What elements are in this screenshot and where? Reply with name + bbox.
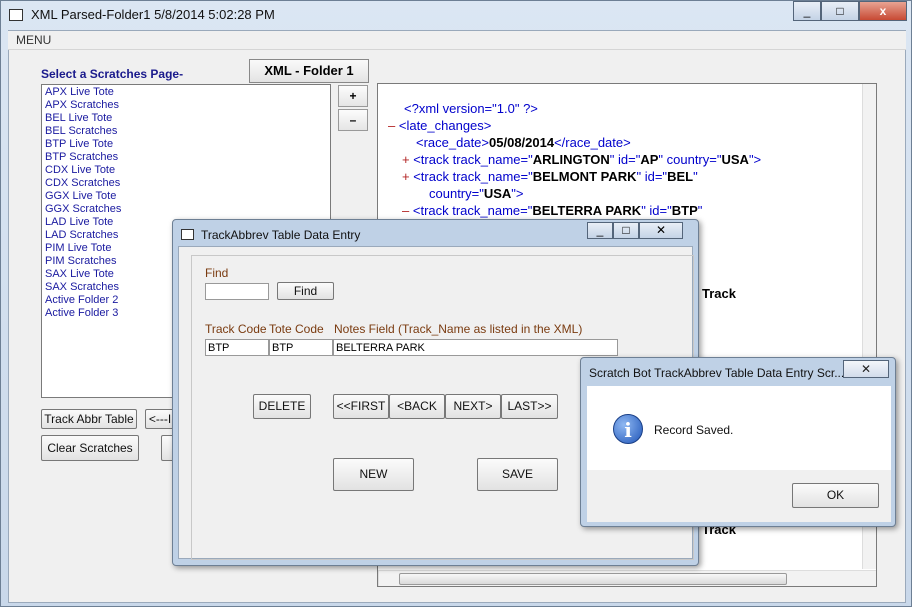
collapse-button[interactable]: – <box>338 109 368 131</box>
find-input[interactable] <box>205 283 269 300</box>
list-item[interactable]: BEL Live Tote <box>45 112 327 125</box>
track-tag-end: "> <box>748 152 762 167</box>
partial-track-text: Track <box>702 286 736 301</box>
list-item[interactable]: APX Scratches <box>45 99 327 112</box>
data-entry-title: TrackAbbrev Table Data Entry <box>201 228 361 242</box>
next-button[interactable]: NEXT> <box>445 394 501 419</box>
track-tag: <track track_name=" <box>413 169 533 184</box>
select-page-label: Select a Scratches Page- <box>41 67 184 81</box>
minimize-button[interactable]: _ <box>587 222 613 239</box>
track-name-value: BELTERRA PARK <box>532 203 642 218</box>
xml-folder-tab[interactable]: XML - Folder 1 <box>249 59 369 83</box>
find-label: Find <box>205 266 229 280</box>
save-button[interactable]: SAVE <box>477 458 558 491</box>
list-item[interactable]: BTP Scratches <box>45 151 327 164</box>
back-arrow-button[interactable]: <---I <box>145 409 175 429</box>
app-icon <box>181 229 194 240</box>
collapse-marker[interactable]: – <box>402 203 409 218</box>
list-item[interactable]: APX Live Tote <box>45 86 327 99</box>
expand-marker[interactable]: + <box>402 169 410 184</box>
list-item[interactable]: CDX Live Tote <box>45 164 327 177</box>
race-date-close-tag: </race_date> <box>554 135 631 150</box>
tote-code-field[interactable]: BTP <box>269 339 333 356</box>
expand-button[interactable]: + <box>338 85 368 107</box>
tote-code-label: Tote Code <box>269 322 324 336</box>
new-button[interactable]: NEW <box>333 458 414 491</box>
track-tag-end: "> <box>511 186 524 201</box>
window-title: XML Parsed-Folder1 5/8/2014 5:02:28 PM <box>31 7 275 22</box>
first-button[interactable]: <<FIRST <box>333 394 389 419</box>
ok-button[interactable]: OK <box>792 483 879 508</box>
info-icon: i <box>613 414 643 444</box>
delete-button[interactable]: DELETE <box>253 394 311 419</box>
xml-root-tag: <late_changes> <box>398 118 492 133</box>
track-country-value: USA <box>721 152 749 167</box>
track-name-value: ARLINGTON <box>532 152 610 167</box>
race-date-value: 05/08/2014 <box>489 135 555 150</box>
find-button[interactable]: Find <box>277 282 334 300</box>
menu-item-menu[interactable]: MENU <box>16 33 51 47</box>
track-attr: " id=" <box>636 169 668 184</box>
track-attr: country=" <box>429 186 484 201</box>
collapse-marker[interactable]: – <box>388 118 395 133</box>
track-code-label: Track Code <box>205 322 267 336</box>
app-icon <box>9 9 23 21</box>
track-attr: " id=" <box>609 152 641 167</box>
maximize-button[interactable]: □ <box>613 222 639 239</box>
horizontal-scrollbar[interactable] <box>378 570 876 586</box>
back-button[interactable]: <BACK <box>389 394 445 419</box>
list-item[interactable]: GGX Scratches <box>45 203 327 216</box>
track-name-value: BELMONT PARK <box>532 169 637 184</box>
track-attr: " id=" <box>641 203 672 218</box>
track-tag-end: " <box>697 203 703 218</box>
track-id-value: BTP <box>671 203 698 218</box>
track-id-value: AP <box>640 152 659 167</box>
list-item[interactable]: CDX Scratches <box>45 177 327 190</box>
track-code-field[interactable]: BTP <box>205 339 269 356</box>
scroll-thumb[interactable] <box>399 573 787 585</box>
dialog-message: Record Saved. <box>654 423 734 437</box>
track-attr: " country=" <box>658 152 722 167</box>
close-button[interactable]: x <box>859 1 907 21</box>
list-item[interactable]: GGX Live Tote <box>45 190 327 203</box>
notes-field-label: Notes Field (Track_Name as listed in the… <box>334 322 583 336</box>
dialog-title: Scratch Bot TrackAbbrev Table Data Entry… <box>589 366 845 380</box>
xml-declaration: <?xml version="1.0" ?> <box>404 101 538 116</box>
track-tag: <track track_name=" <box>412 203 533 218</box>
notes-field[interactable]: BELTERRA PARK <box>333 339 618 356</box>
minimize-button[interactable]: _ <box>793 1 821 21</box>
maximize-button[interactable]: □ <box>821 1 859 21</box>
list-item[interactable]: BEL Scratches <box>45 125 327 138</box>
list-item[interactable]: BTP Live Tote <box>45 138 327 151</box>
clear-scratches-button[interactable]: Clear Scratches <box>41 435 139 461</box>
race-date-open-tag: <race_date> <box>416 135 490 150</box>
close-button[interactable]: ✕ <box>639 222 683 239</box>
track-tag-end: " <box>693 169 698 184</box>
record-saved-dialog: Scratch Bot TrackAbbrev Table Data Entry… <box>580 357 896 527</box>
menu-bar: MENU <box>8 31 906 50</box>
track-id-value: BEL <box>667 169 694 184</box>
track-tag: <track track_name=" <box>413 152 533 167</box>
last-button[interactable]: LAST>> <box>501 394 558 419</box>
close-button[interactable]: ✕ <box>843 360 889 378</box>
expand-marker[interactable]: + <box>402 152 410 167</box>
track-abbr-table-button[interactable]: Track Abbr Table <box>41 409 137 429</box>
track-country-value: USA <box>483 186 512 201</box>
